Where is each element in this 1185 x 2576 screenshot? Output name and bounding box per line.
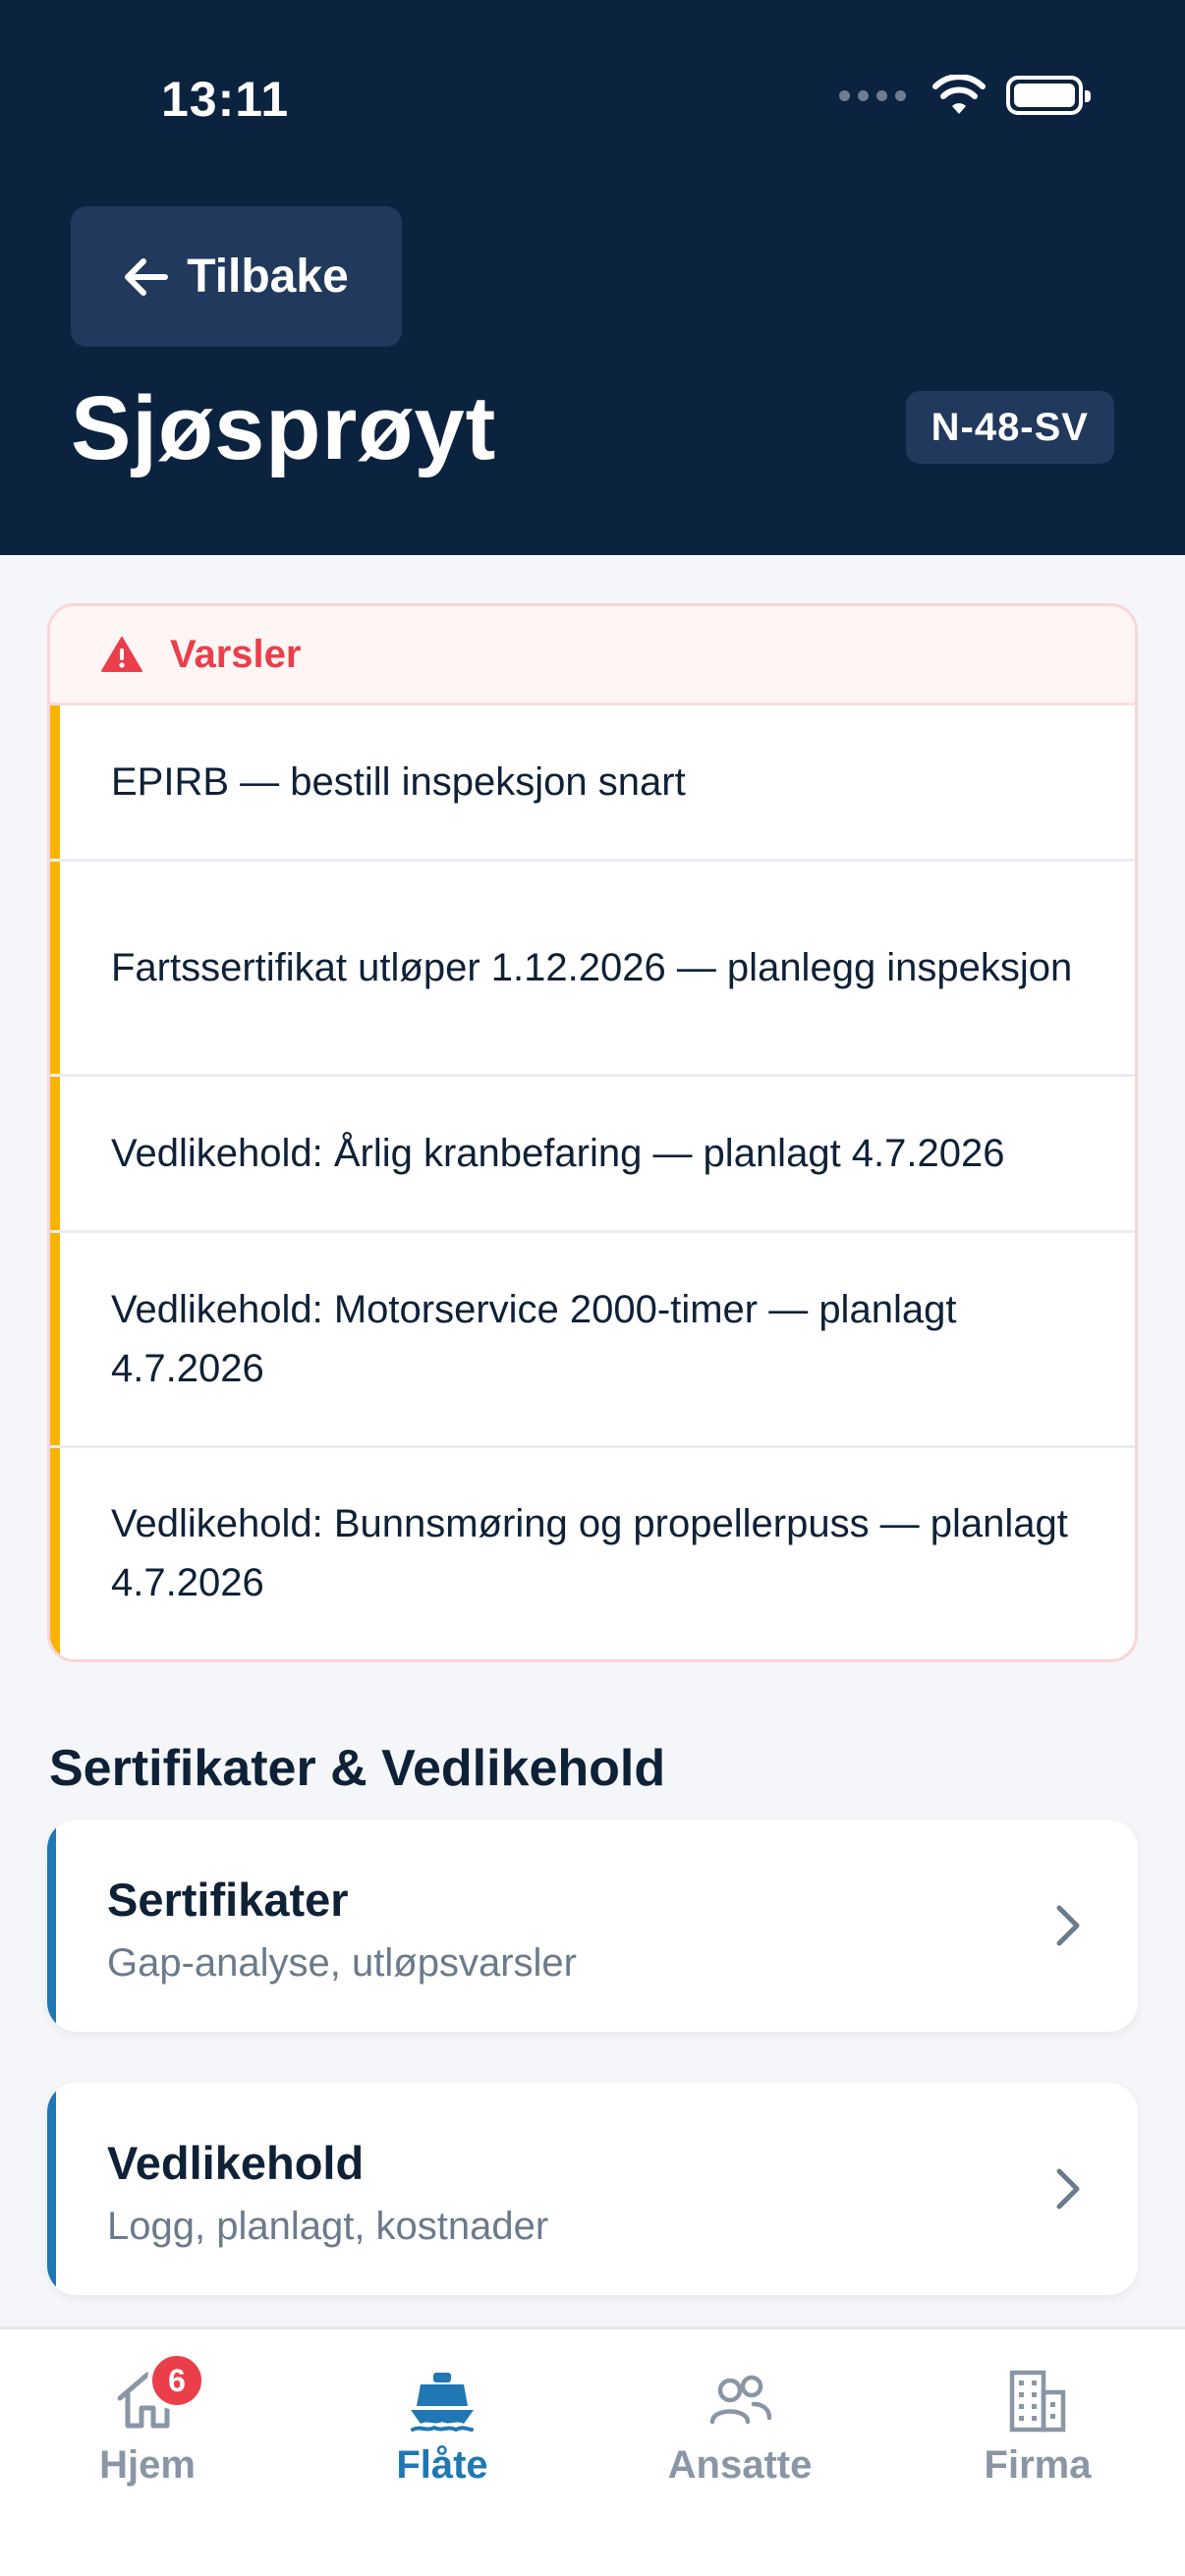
tab-bar: 6 Hjem Flåte Ansatte Firma [0, 2326, 1185, 2576]
tab-label: Flåte [396, 2443, 488, 2487]
card-title: Vedlikehold [107, 2137, 365, 2189]
back-button-label: Tilbake [187, 251, 349, 303]
alert-item[interactable]: Vedlikehold: Årlig kranbefaring — planla… [50, 1077, 1135, 1233]
alert-text: Fartssertifikat utløper 1.12.2026 — plan… [111, 946, 1073, 989]
warning-icon [101, 637, 142, 672]
tab-company[interactable]: Firma [890, 2365, 1185, 2488]
building-icon [1009, 2370, 1066, 2433]
alert-text: Vedlikehold: Motorservice 2000-timer — p… [111, 1288, 957, 1390]
boat-icon [411, 2373, 474, 2433]
alerts-header: Varsler [50, 606, 1135, 705]
registration-badge: N-48-SV [905, 391, 1114, 464]
chevron-right-icon [1056, 1905, 1080, 1946]
card-title: Sertifikater [107, 1874, 349, 1926]
alert-text: Vedlikehold: Årlig kranbefaring — planla… [111, 1132, 1005, 1175]
signal-dots-icon [839, 89, 906, 101]
arrow-left-icon [125, 257, 169, 296]
tab-fleet[interactable]: Flåte [295, 2365, 590, 2488]
screen: 13:11 Tilbake Sjøsprøyt N-48-SV Varsler … [0, 0, 1185, 2576]
chevron-right-icon [1056, 2168, 1080, 2210]
alerts-title: Varsler [170, 632, 302, 676]
card-subtitle: Logg, planlagt, kostnader [107, 2205, 549, 2248]
section-title: Sertifikater & Vedlikehold [49, 1740, 666, 1797]
battery-icon [1006, 76, 1091, 115]
status-indicators [839, 75, 1091, 116]
wifi-icon [932, 75, 986, 114]
certificates-card[interactable]: Sertifikater Gap-analyse, utløpsvarsler [47, 1820, 1138, 2032]
back-button[interactable]: Tilbake [71, 206, 402, 347]
alert-item[interactable]: Vedlikehold: Bunnsmøring og propellerpus… [50, 1448, 1135, 1658]
alerts-card: Varsler EPIRB — bestill inspeksjon snart… [47, 603, 1138, 1662]
alert-item[interactable]: EPIRB — bestill inspeksjon snart [50, 705, 1135, 862]
alert-text: Vedlikehold: Bunnsmøring og propellerpus… [111, 1502, 1068, 1604]
maintenance-card[interactable]: Vedlikehold Logg, planlagt, kostnader [47, 2083, 1138, 2295]
alert-item[interactable]: Fartssertifikat utløper 1.12.2026 — plan… [50, 862, 1135, 1077]
tab-label: Firma [984, 2443, 1092, 2487]
header: 13:11 Tilbake Sjøsprøyt N-48-SV [0, 0, 1185, 555]
tab-label: Hjem [99, 2443, 196, 2487]
alert-text: EPIRB — bestill inspeksjon snart [111, 760, 686, 804]
notification-badge: 6 [147, 2351, 206, 2410]
people-icon [709, 2375, 772, 2425]
card-subtitle: Gap-analyse, utløpsvarsler [107, 1941, 577, 1985]
status-time: 13:11 [161, 72, 290, 127]
alert-item[interactable]: Vedlikehold: Motorservice 2000-timer — p… [50, 1233, 1135, 1448]
tab-home[interactable]: 6 Hjem [0, 2351, 295, 2488]
tab-staff[interactable]: Ansatte [592, 2365, 887, 2488]
page-title: Sjøsprøyt [71, 378, 497, 478]
tab-label: Ansatte [667, 2443, 813, 2487]
